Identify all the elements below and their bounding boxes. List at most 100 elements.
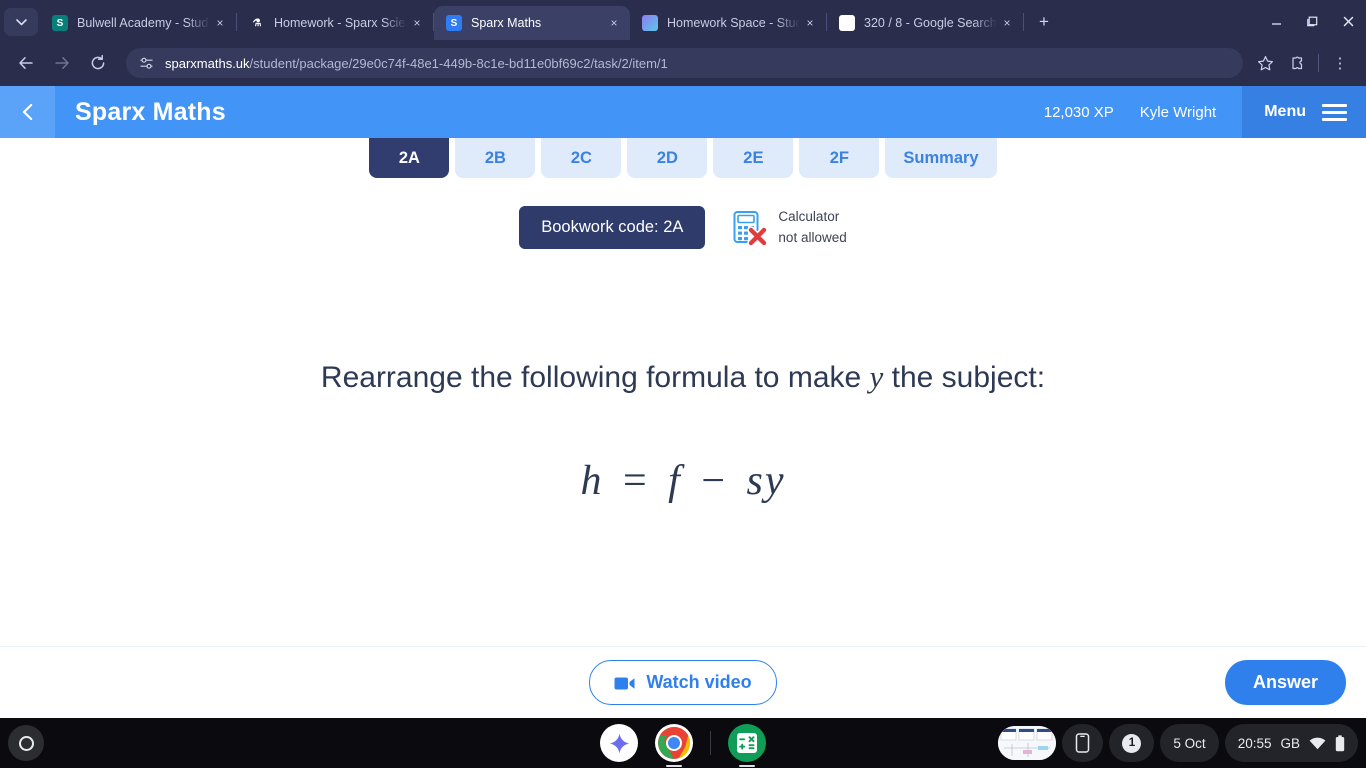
video-camera-icon [614,675,635,690]
tab-divider [1023,13,1024,31]
browser-tab-4[interactable]: Homework Space - StudyX × [630,6,826,40]
question-prompt: Rearrange the following formula to make … [0,359,1366,395]
browser-tab-1[interactable]: S Bulwell Academy - Student Ho × [40,6,236,40]
battery-icon [1335,734,1345,752]
tab-2f[interactable]: 2F [799,138,880,178]
gemini-app-icon[interactable] [600,724,638,762]
forward-button[interactable] [46,47,78,79]
tab-title: Sparx Maths [471,16,542,30]
notification-counter-button[interactable]: 1 [1109,724,1155,762]
window-maximize-button[interactable] [1294,6,1330,36]
puzzle-icon [1291,56,1302,69]
browser-tab-bar: S Bulwell Academy - Student Ho × ⚗ Homew… [0,0,1366,40]
tab-title: Homework - Sparx Science [274,16,407,30]
calculator-notice: Calculator not allowed [733,207,847,249]
phone-icon [1076,733,1090,753]
shelf-divider [710,731,711,755]
camcorder-icon [614,677,635,690]
url-text: sparxmaths.uk/student/package/29e0c74f-4… [165,56,668,71]
screen-capture-thumbnail[interactable] [998,726,1057,760]
maximize-icon [1306,16,1317,26]
window-minimize-button[interactable] [1258,6,1294,36]
chrome-menu-button[interactable]: ⋮ [1324,47,1356,79]
reload-button[interactable] [82,47,114,79]
tab-close-button[interactable]: × [997,13,1017,33]
window-close-button[interactable] [1330,6,1366,36]
tab-2e[interactable]: 2E [713,138,794,178]
answer-button[interactable]: Answer [1224,660,1346,705]
tab-title: Homework Space - StudyX [667,16,800,30]
tab-2a[interactable]: 2A [369,138,450,178]
calculator-line-2: not allowed [778,229,847,245]
browser-tab-3-active[interactable]: S Sparx Maths × [434,6,630,40]
tab-title: 320 / 8 - Google Search [864,16,997,30]
calculator-app-icon[interactable] [728,724,766,767]
status-tray-button[interactable]: 20:55 GB [1224,724,1358,762]
tab-title: Bulwell Academy - Student Ho [77,16,210,30]
watch-video-label: Watch video [646,672,752,692]
formula-operator: − [701,458,728,504]
wifi-icon [1309,737,1326,750]
tab-2c[interactable]: 2C [541,138,622,178]
tab-close-button[interactable]: × [407,13,427,33]
phone-hub-button[interactable] [1062,724,1104,762]
tune-icon[interactable] [138,55,155,72]
reload-icon [91,54,105,70]
star-icon [1257,55,1273,70]
sharepoint-icon: S [52,15,68,31]
extensions-button[interactable] [1281,47,1313,79]
tab-close-button[interactable]: × [604,13,624,33]
tab-search-button[interactable] [4,8,38,36]
arrow-right-icon [55,57,69,69]
url-path: /student/package/29e0c74f-48e1-449b-8c1e… [249,55,668,71]
browser-tab-5[interactable]: G 320 / 8 - Google Search × [827,6,1023,40]
google-icon: G [839,15,855,31]
launcher-icon [18,735,34,751]
bookmark-star-button[interactable] [1249,47,1281,79]
launcher-button[interactable] [8,725,44,761]
address-bar[interactable]: sparxmaths.uk/student/package/29e0c74f-4… [126,48,1243,78]
sparx-maths-page: Sparx Maths 12,030 XP Kyle Wright Menu 2… [0,86,1366,718]
formula-term-1: f [668,458,682,504]
arrow-left-icon [19,57,33,69]
back-button[interactable] [10,47,42,79]
wifi-glyph-icon [1309,737,1326,749]
tray-locale: GB [1280,735,1300,751]
browser-tab-2[interactable]: ⚗ Homework - Sparx Science × [237,6,433,40]
back-chevron-icon [22,103,32,121]
tab-close-button[interactable]: × [210,13,230,33]
tray-time: 20:55 [1237,735,1272,751]
sparx-icon: S [446,15,462,31]
calculator-not-allowed-icon [733,210,769,247]
window-controls [1258,6,1366,40]
tab-summary[interactable]: Summary [885,138,997,178]
chevron-down-icon [15,18,27,26]
user-name: Kyle Wright [1139,103,1217,121]
page-title: Sparx Maths [75,97,226,126]
close-icon [1343,16,1353,26]
chromeos-screen: S Bulwell Academy - Student Ho × ⚗ Homew… [0,0,1366,768]
minimize-icon [1271,22,1281,25]
tab-2b[interactable]: 2B [455,138,536,178]
battery-glyph-icon [1335,734,1345,751]
page-footer: Watch video Answer [0,646,1366,718]
app-running-indicator [739,764,755,767]
sparx-header-right: 12,030 XP Kyle Wright Menu [1044,86,1366,138]
new-tab-button[interactable]: + [1030,8,1058,36]
sparx-menu-button[interactable]: Menu [1242,86,1366,138]
question-tab-strip: 2A 2B 2C 2D 2E 2F Summary [0,138,1366,180]
sparx-back-button[interactable] [0,86,55,138]
tab-2d[interactable]: 2D [627,138,708,178]
tab-close-button[interactable]: × [800,13,820,33]
calculator-glyph-icon [737,733,757,753]
menu-label: Menu [1264,103,1306,120]
shelf-app-list [600,724,766,767]
chrome-logo-icon [658,727,691,759]
flask-icon: ⚗ [252,17,262,29]
url-host: sparxmaths.uk [165,55,250,71]
date-tray-button[interactable]: 5 Oct [1160,724,1219,762]
chrome-app-icon[interactable] [655,724,693,767]
watch-video-button[interactable]: Watch video [589,660,777,705]
formula-equals: = [622,458,649,504]
question-text-before: Rearrange the following formula to make [320,361,862,394]
